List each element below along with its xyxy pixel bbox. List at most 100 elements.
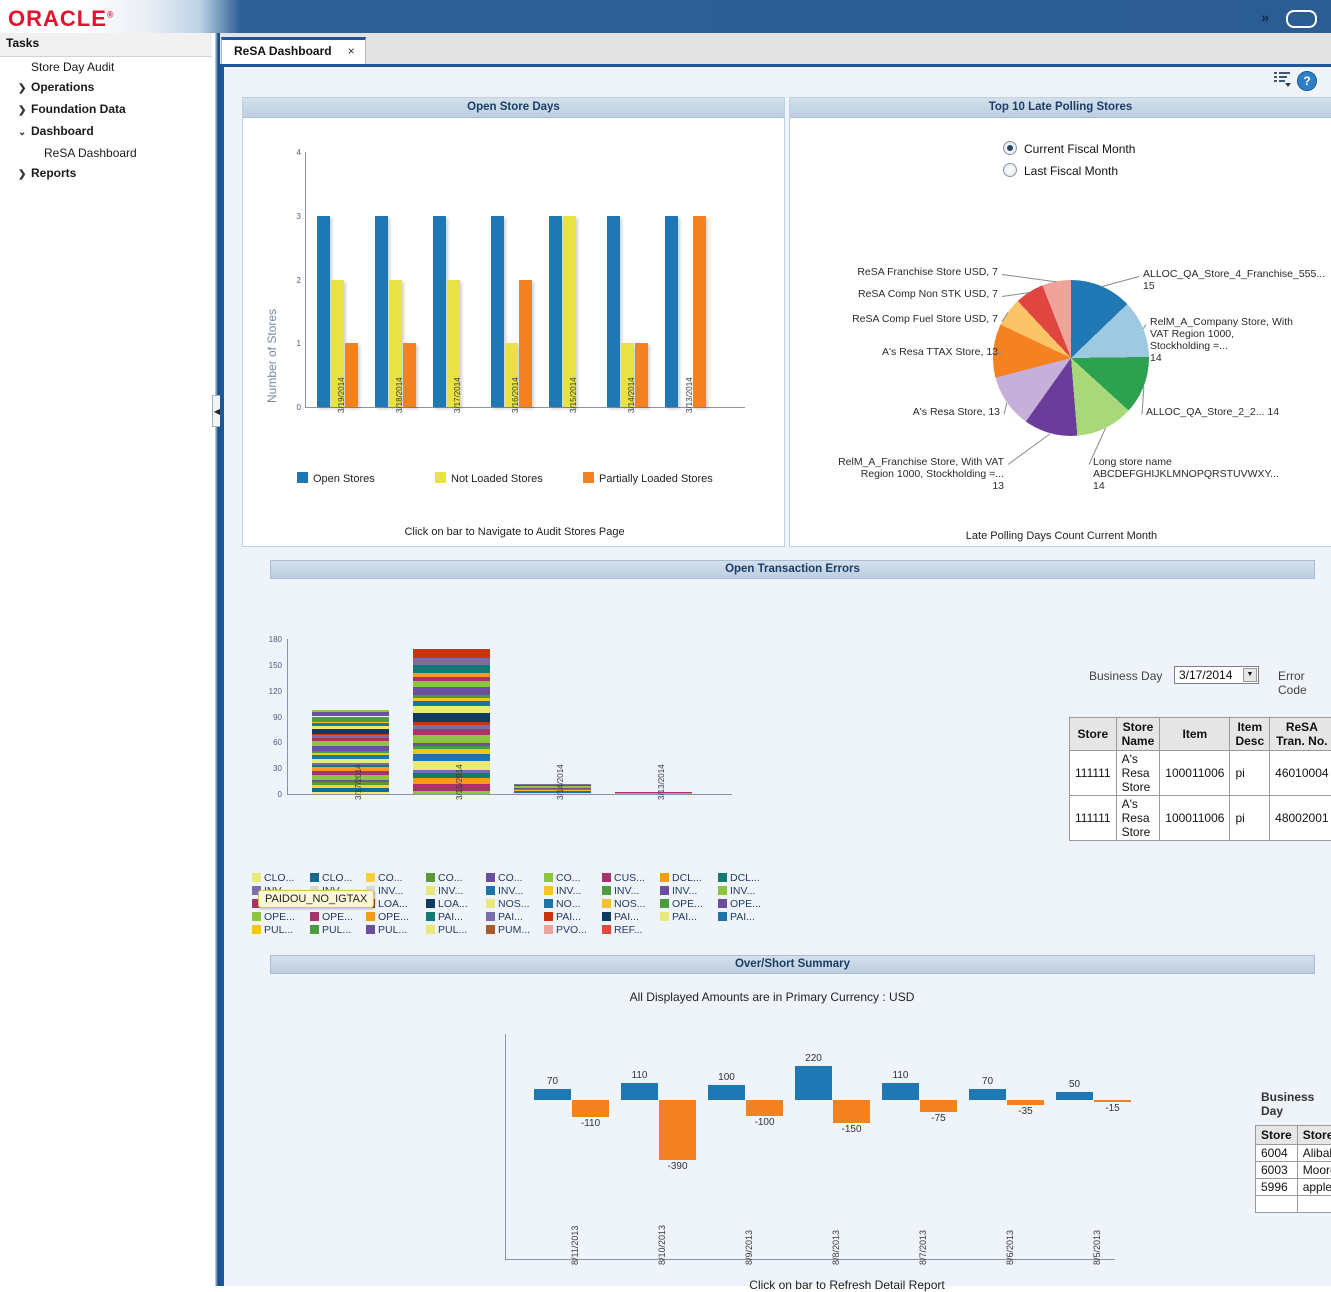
bar[interactable] (635, 343, 648, 407)
bar-segment[interactable] (413, 749, 490, 754)
bar[interactable] (969, 1089, 1006, 1100)
legend-item[interactable]: REF... (602, 924, 643, 936)
bar-segment[interactable] (413, 713, 490, 722)
bar[interactable] (534, 1089, 571, 1100)
bar-segment[interactable] (312, 712, 389, 716)
legend-item[interactable]: DCL... (660, 872, 702, 884)
sidebar-item-reports[interactable]: ❯Reports (0, 163, 212, 185)
bar[interactable] (345, 343, 358, 407)
sidebar-item-store-day-audit[interactable]: Store Day Audit (0, 57, 212, 77)
bar-segment[interactable] (514, 793, 591, 794)
bar-segment[interactable] (514, 788, 591, 789)
bar-segment[interactable] (413, 773, 490, 777)
bar[interactable] (833, 1100, 870, 1123)
bar-segment[interactable] (413, 778, 490, 784)
bar-segment[interactable] (413, 665, 490, 674)
legend-item[interactable]: OPE... (660, 898, 703, 910)
legend-item[interactable]: PUM... (486, 924, 530, 936)
bar-segment[interactable] (413, 677, 490, 681)
bar-segment[interactable] (312, 767, 389, 770)
legend-item[interactable]: NO... (544, 898, 581, 910)
bar-segment[interactable] (413, 725, 490, 729)
chevron-down-icon[interactable]: ▼ (1243, 668, 1257, 682)
bar-segment[interactable] (413, 701, 490, 706)
business-day-combo[interactable]: 3/17/2014 ▼ (1174, 666, 1259, 684)
close-icon[interactable]: × (348, 44, 355, 58)
legend-item[interactable]: PAI... (718, 911, 755, 923)
bar-segment[interactable] (312, 722, 389, 724)
legend-item[interactable]: CO... (486, 872, 523, 884)
help-icon[interactable]: ? (1297, 71, 1317, 91)
legend-item[interactable]: NOS... (602, 898, 646, 910)
bar[interactable] (403, 343, 416, 407)
bar-segment[interactable] (312, 741, 389, 745)
sidebar-splitter[interactable]: ◀ (212, 33, 220, 1286)
sidebar-item-operations[interactable]: ❯Operations (0, 77, 212, 99)
bar[interactable] (659, 1100, 696, 1160)
legend-item[interactable]: PUL... (310, 924, 351, 936)
bar[interactable] (708, 1085, 745, 1101)
bar[interactable] (607, 216, 620, 407)
legend-item[interactable]: PAI... (544, 911, 581, 923)
bar-segment[interactable] (413, 722, 490, 725)
legend-item[interactable]: PUL... (366, 924, 407, 936)
legend-item[interactable]: INV... (602, 885, 639, 897)
bar-segment[interactable] (312, 780, 389, 782)
bar-segment[interactable] (413, 687, 490, 695)
bar-segment[interactable] (514, 791, 591, 793)
bar[interactable] (621, 1083, 658, 1100)
tab-resa-dashboard[interactable]: ReSA Dashboard× (221, 37, 366, 64)
list-view-icon[interactable] (1273, 71, 1291, 87)
bar[interactable] (795, 1066, 832, 1100)
bar-segment[interactable] (413, 681, 490, 687)
legend-item[interactable]: PAI... (602, 911, 639, 923)
bar-segment[interactable] (312, 788, 389, 792)
sidebar-item-resa-dashboard[interactable]: ReSA Dashboard (0, 143, 212, 163)
bar-segment[interactable] (413, 673, 490, 676)
bar-segment[interactable] (413, 754, 490, 761)
table-cell[interactable]: 111111 (1070, 796, 1117, 841)
bar-segment[interactable] (312, 710, 389, 713)
bar-segment[interactable] (413, 649, 490, 658)
bar[interactable] (746, 1100, 783, 1116)
legend-item[interactable]: CO... (544, 872, 581, 884)
legend-item[interactable]: OPE... (252, 911, 295, 923)
legend-item[interactable]: INV... (426, 885, 463, 897)
bar-segment[interactable] (312, 763, 389, 765)
oval-button-icon[interactable] (1286, 10, 1317, 28)
bar-segment[interactable] (312, 782, 389, 785)
legend-item[interactable]: OPE... (366, 911, 409, 923)
legend-item[interactable]: CO... (366, 872, 403, 884)
table-cell[interactable]: 46010004 (1270, 751, 1331, 796)
bar-segment[interactable] (413, 761, 490, 770)
bar[interactable] (665, 216, 678, 407)
bar-segment[interactable] (312, 746, 389, 751)
bar[interactable] (491, 216, 504, 407)
bar[interactable] (549, 216, 562, 407)
bar[interactable] (572, 1100, 609, 1117)
sidebar-item-dashboard[interactable]: ⌄Dashboard (0, 121, 212, 143)
bar[interactable] (1056, 1092, 1093, 1100)
bar[interactable] (693, 216, 706, 407)
legend-item[interactable]: INV... (718, 885, 755, 897)
bar-segment[interactable] (312, 759, 389, 763)
bar-segment[interactable] (413, 729, 490, 735)
legend-item[interactable]: PAI... (486, 911, 523, 923)
legend-item[interactable]: DCL... (718, 872, 760, 884)
legend-item[interactable]: INV... (660, 885, 697, 897)
bar-segment[interactable] (413, 791, 490, 794)
bar-segment[interactable] (514, 784, 591, 785)
bar-segment[interactable] (312, 771, 389, 775)
bar[interactable] (1007, 1100, 1044, 1105)
bar-segment[interactable] (413, 743, 490, 746)
legend-item[interactable]: LOA... (426, 898, 468, 910)
bar-segment[interactable] (312, 785, 389, 788)
late-polling-pie-chart[interactable]: ALLOC_QA_Store_4_Franchise_555... 15RelM… (790, 98, 1331, 548)
bar[interactable] (375, 216, 388, 407)
table-cell[interactable]: 111111 (1070, 751, 1117, 796)
bar-segment[interactable] (413, 746, 490, 749)
legend-item[interactable]: OPE... (310, 911, 353, 923)
bar[interactable] (519, 280, 532, 408)
legend-item[interactable]: PAI... (426, 911, 463, 923)
bar-segment[interactable] (615, 792, 692, 793)
